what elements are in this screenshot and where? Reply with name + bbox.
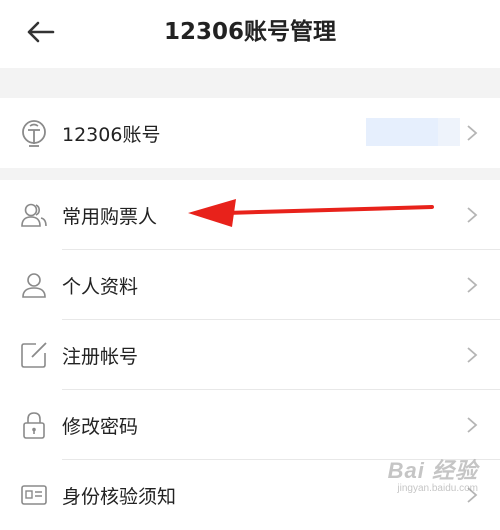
chevron-right-icon: [464, 345, 480, 365]
account-label: 12306账号: [62, 124, 161, 146]
chevron-right-icon: [464, 123, 480, 143]
menu-item-label: 身份核验须知: [62, 486, 177, 508]
watermark-sub: jingyan.baidu.com: [397, 483, 478, 494]
passengers-icon: [18, 199, 50, 231]
edit-square-icon: [18, 339, 50, 371]
page-title: 12306账号管理: [163, 19, 337, 45]
id-card-icon: [18, 479, 50, 511]
lock-icon: [18, 409, 50, 441]
chevron-right-icon: [464, 275, 480, 295]
person-icon: [18, 269, 50, 301]
account-row[interactable]: 12306账号: [0, 98, 500, 168]
chevron-right-icon: [464, 205, 480, 225]
menu-item-personal-info[interactable]: 个人资料: [0, 250, 500, 320]
section-separator: [0, 168, 500, 180]
menu-item-label: 常用购票人: [62, 206, 158, 228]
menu-item-frequent-passengers[interactable]: 常用购票人: [0, 180, 500, 250]
menu-item-register-account[interactable]: 注册帐号: [0, 320, 500, 390]
menu-item-change-password[interactable]: 修改密码: [0, 390, 500, 460]
app-header: 12306账号管理: [0, 0, 500, 68]
watermark-main: Bai 经验: [387, 458, 478, 483]
chevron-right-icon: [464, 415, 480, 435]
menu-item-label: 注册帐号: [62, 346, 139, 368]
section-separator: [0, 68, 500, 98]
menu-item-label: 个人资料: [62, 276, 139, 298]
watermark: Bai 经验 jingyan.baidu.com: [388, 453, 478, 494]
account-value-redacted: [366, 118, 460, 146]
railway-logo-icon: [18, 117, 50, 149]
menu-item-label: 修改密码: [62, 416, 139, 438]
